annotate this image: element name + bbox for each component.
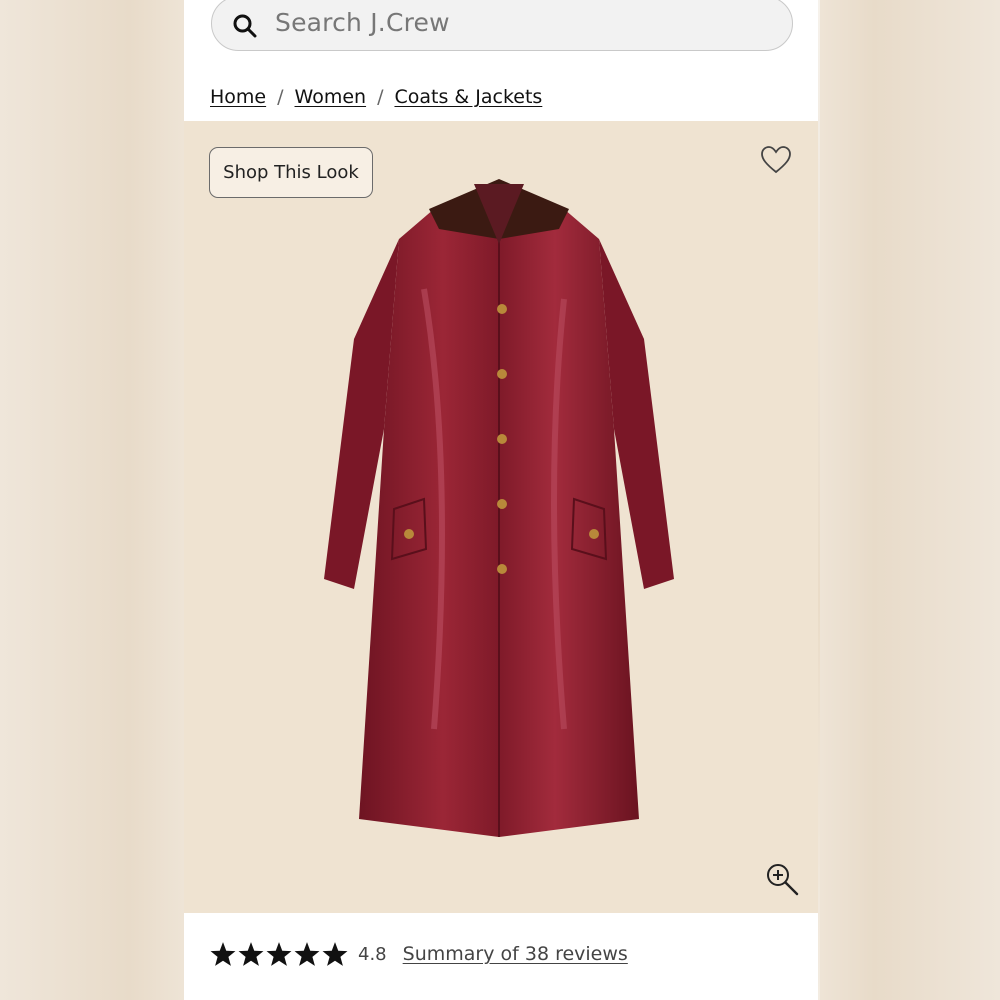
coat-image — [324, 179, 674, 837]
background-right — [820, 0, 1000, 1000]
breadcrumb-women[interactable]: Women — [295, 86, 367, 108]
star-rating — [210, 941, 348, 967]
star-icon — [210, 942, 236, 966]
search-icon — [233, 14, 257, 38]
zoom-icon[interactable] — [764, 861, 800, 897]
star-icon — [322, 942, 348, 966]
breadcrumb-separator: / — [277, 86, 284, 108]
reviews-summary: 4.8 Summary of 38 reviews — [210, 936, 628, 972]
search-placeholder: Search J.Crew — [275, 8, 450, 37]
product-page: Search J.Crew Home / Women / Coats & Jac… — [184, 0, 818, 1000]
breadcrumb: Home / Women / Coats & Jackets — [210, 86, 542, 108]
heart-icon[interactable] — [760, 145, 792, 175]
product-image[interactable]: Shop This Look — [184, 121, 818, 913]
reviews-summary-link[interactable]: Summary of 38 reviews — [403, 943, 628, 965]
breadcrumb-separator: / — [377, 86, 384, 108]
breadcrumb-coats-jackets[interactable]: Coats & Jackets — [394, 86, 542, 108]
star-icon — [238, 942, 264, 966]
star-icon — [266, 942, 292, 966]
star-icon — [294, 942, 320, 966]
rating-value: 4.8 — [358, 943, 387, 965]
background-left — [0, 0, 184, 1000]
breadcrumb-home[interactable]: Home — [210, 86, 266, 108]
search-input[interactable]: Search J.Crew — [211, 0, 793, 51]
